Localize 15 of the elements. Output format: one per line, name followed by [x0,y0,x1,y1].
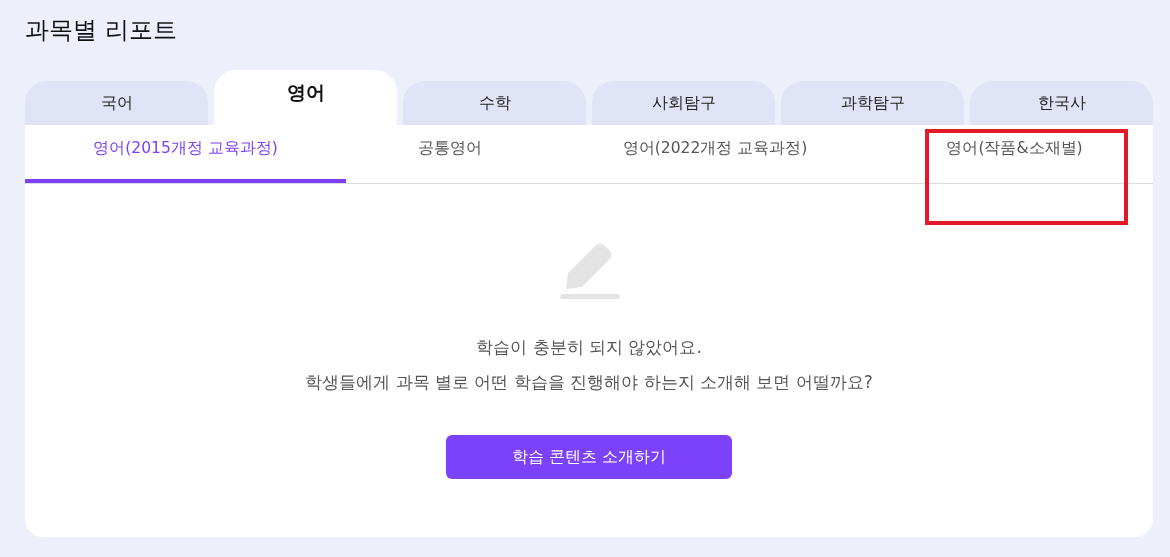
course-tab[interactable]: 공통영어 [346,125,554,183]
subject-tab[interactable]: 수학 [403,81,586,125]
subject-tab[interactable]: 영어 [214,70,397,125]
course-tab[interactable]: 영어(2022개정 교육과정) [554,125,876,183]
subject-tab[interactable]: 한국사 [970,81,1153,125]
subject-tab[interactable]: 과학탐구 [781,81,964,125]
course-tab[interactable]: 영어(2015개정 교육과정) [25,125,346,183]
subject-tab[interactable]: 국어 [25,81,208,125]
subject-tab[interactable]: 사회탐구 [592,81,775,125]
course-tab[interactable]: 영어(작품&소재별) [876,125,1153,183]
empty-message: 학생들에게 과목 별로 어떤 학습을 진행해야 하는지 소개해 보면 어떨까요? [305,371,873,394]
introduce-content-button[interactable]: 학습 콘텐츠 소개하기 [446,435,732,479]
pencil-icon [558,242,620,300]
empty-message: 학습이 충분히 되지 않았어요. [476,336,702,359]
page-title: 과목별 리포트 [25,15,177,46]
